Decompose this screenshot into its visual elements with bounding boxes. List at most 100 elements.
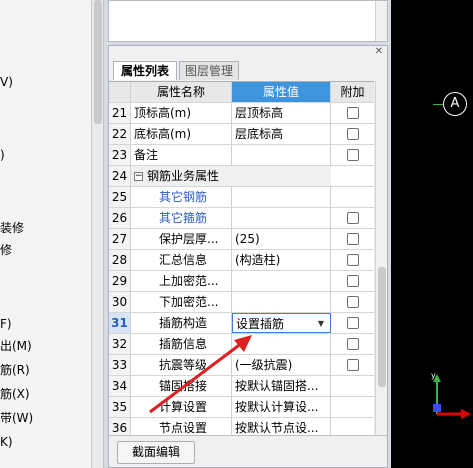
property-name: − 钢筋业务属性	[131, 166, 331, 186]
attach-checkbox[interactable]	[346, 254, 359, 266]
attach-cell	[331, 355, 374, 375]
header-num	[109, 82, 131, 102]
property-name: 插筋构造	[131, 313, 232, 333]
header-value[interactable]: 属性值	[232, 82, 331, 102]
upper-pane-scrollbar[interactable]	[375, 1, 387, 41]
property-name: 其它钢筋	[131, 187, 232, 207]
attach-cell	[331, 292, 374, 312]
property-value[interactable]: (25)	[232, 229, 331, 249]
table-row[interactable]: 30 下加密范...	[109, 292, 374, 313]
attach-cell	[331, 271, 374, 291]
attach-cell	[331, 376, 374, 396]
property-panel: ✕ 属性列表 图层管理 属性名称 属性值 附加 21 顶标高(m) 层顶标高 22 底标…	[108, 45, 388, 468]
row-number: 33	[109, 355, 131, 375]
attach-checkbox[interactable]	[346, 212, 359, 224]
close-icon[interactable]: ✕	[375, 46, 383, 57]
left-scroll-thumb[interactable]	[94, 0, 102, 124]
row-number: 25	[109, 187, 131, 207]
row-number: 31	[109, 313, 131, 333]
property-name: 其它箍筋	[131, 208, 232, 228]
property-value[interactable]: 层顶标高	[232, 103, 331, 123]
chevron-down-icon[interactable]: ▼	[318, 314, 324, 332]
table-row[interactable]: 35 计算设置 按默认计算设...	[109, 397, 374, 418]
table-row[interactable]: 21 顶标高(m) 层顶标高	[109, 103, 374, 124]
table-row[interactable]: 33 抗震等级 (一级抗震)	[109, 355, 374, 376]
attach-checkbox[interactable]	[346, 128, 359, 140]
property-name: 抗震等级	[131, 355, 232, 375]
left-menu-item[interactable]: 修	[0, 240, 12, 260]
property-value[interactable]	[232, 208, 331, 228]
table-row[interactable]: 31 插筋构造 设置插筋 ▼	[109, 313, 374, 334]
property-value-text: 按默认节点设...	[235, 421, 319, 435]
attach-checkbox[interactable]	[346, 359, 359, 371]
attach-checkbox[interactable]	[346, 338, 359, 350]
property-value-dropdown[interactable]: 设置插筋 ▼	[232, 313, 331, 333]
attach-cell	[331, 124, 374, 144]
panel-scrollbar[interactable]	[375, 81, 387, 434]
property-name: 上加密范...	[131, 271, 232, 291]
property-value[interactable]	[232, 292, 331, 312]
attach-checkbox[interactable]	[346, 149, 359, 161]
left-menu-item[interactable]: K)	[0, 432, 13, 452]
property-value[interactable]	[232, 145, 331, 165]
drawing-canvas[interactable]: A y	[391, 0, 473, 468]
coordinate-axes-icon: y	[431, 371, 471, 419]
left-menu-item[interactable]: 带(W)	[0, 408, 33, 428]
attach-checkbox[interactable]	[346, 275, 359, 287]
axis-marker[interactable]: A	[443, 92, 467, 116]
row-number: 26	[109, 208, 131, 228]
attach-cell	[331, 166, 374, 186]
tab-properties[interactable]: 属性列表	[113, 61, 177, 80]
property-value[interactable]: 层底标高	[232, 124, 331, 144]
property-name: 底标高(m)	[131, 124, 232, 144]
property-name: 汇总信息	[131, 250, 232, 270]
tab-layers[interactable]: 图层管理	[179, 61, 239, 80]
property-value[interactable]: 按默认锚固搭...	[232, 376, 331, 396]
property-table: 属性名称 属性值 附加 21 顶标高(m) 层顶标高 22 底标高(m) 层底标高 23 备注…	[109, 81, 374, 439]
property-value-text: 层顶标高	[235, 106, 284, 120]
property-value[interactable]	[232, 271, 331, 291]
left-menu-item[interactable]: 筋(R)	[0, 360, 30, 380]
table-row[interactable]: 26 其它箍筋	[109, 208, 374, 229]
table-row[interactable]: 32 插筋信息	[109, 334, 374, 355]
attach-checkbox[interactable]	[346, 107, 359, 119]
property-name: 锚固搭接	[131, 376, 232, 396]
property-value[interactable]	[232, 187, 331, 207]
left-menu-item[interactable]: )	[0, 145, 5, 165]
attach-cell	[331, 313, 374, 333]
property-value[interactable]: (一级抗震)	[232, 355, 331, 375]
table-row[interactable]: 29 上加密范...	[109, 271, 374, 292]
attach-cell	[331, 208, 374, 228]
property-value-text: (构造柱)	[235, 253, 281, 267]
row-number: 29	[109, 271, 131, 291]
section-edit-button[interactable]: 截面编辑	[117, 441, 195, 464]
property-value[interactable]: 按默认计算设...	[232, 397, 331, 417]
panel-footer: 截面编辑	[109, 435, 387, 467]
attach-checkbox[interactable]	[346, 317, 359, 329]
property-value[interactable]: (构造柱)	[232, 250, 331, 270]
attach-checkbox[interactable]	[346, 233, 359, 245]
table-row[interactable]: 24− 钢筋业务属性	[109, 166, 374, 187]
header-name: 属性名称	[131, 82, 232, 102]
left-menu-item[interactable]: F)	[0, 314, 12, 334]
left-menu-item[interactable]: 装修	[0, 218, 24, 238]
panel-scroll-thumb[interactable]	[378, 267, 386, 387]
collapse-icon[interactable]: −	[134, 172, 143, 181]
property-value-text: 层底标高	[235, 127, 284, 141]
row-number: 35	[109, 397, 131, 417]
property-value[interactable]	[232, 334, 331, 354]
row-number: 23	[109, 145, 131, 165]
table-row[interactable]: 23 备注	[109, 145, 374, 166]
table-row[interactable]: 27 保护层厚... (25)	[109, 229, 374, 250]
left-menu-item[interactable]: 出(M)	[0, 336, 32, 356]
left-menu-item[interactable]: V)	[0, 72, 13, 92]
property-value-text: 按默认计算设...	[235, 400, 319, 414]
left-menu-item[interactable]: 筋(X)	[0, 384, 30, 404]
table-row[interactable]: 22 底标高(m) 层底标高	[109, 124, 374, 145]
attach-checkbox[interactable]	[346, 296, 359, 308]
table-row[interactable]: 28 汇总信息 (构造柱)	[109, 250, 374, 271]
table-row[interactable]: 25 其它钢筋	[109, 187, 374, 208]
table-row[interactable]: 34 锚固搭接 按默认锚固搭...	[109, 376, 374, 397]
property-name: 计算设置	[131, 397, 232, 417]
left-menu-scrollbar[interactable]	[92, 0, 104, 468]
